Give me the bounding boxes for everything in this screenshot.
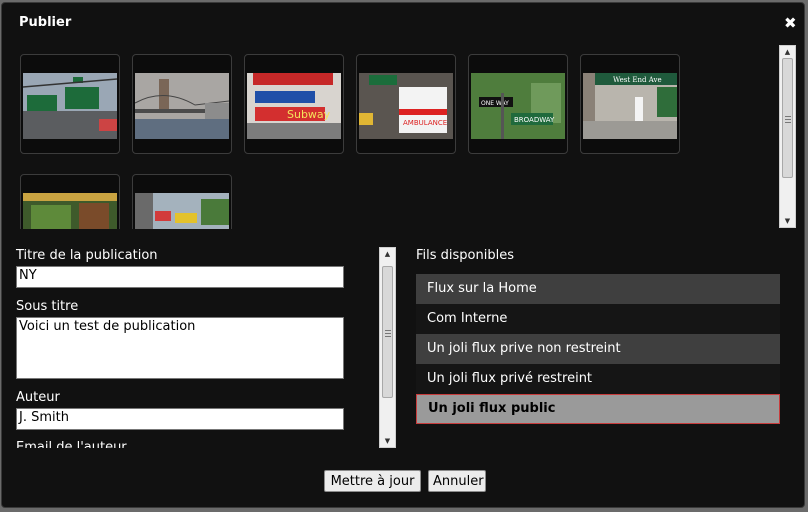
- feed-item-internal[interactable]: Com Interne: [416, 304, 780, 334]
- feed-item-public[interactable]: Un joli flux public: [416, 394, 780, 424]
- form-scroll-up-icon[interactable]: ▲: [380, 249, 395, 259]
- dialog-title: Publier: [19, 15, 72, 30]
- scroll-up-icon[interactable]: ▲: [780, 47, 795, 57]
- thumbnails-scrollbar[interactable]: ▲ ▼: [779, 45, 796, 228]
- photo-street-taxis: [135, 193, 229, 229]
- feed-item-home[interactable]: Flux sur la Home: [416, 274, 780, 304]
- feeds-heading: Fils disponibles: [416, 248, 514, 263]
- update-button[interactable]: Mettre à jour: [324, 470, 421, 492]
- thumbnail-5[interactable]: ONE WAY BROADWAY: [468, 54, 568, 154]
- publication-form: Titre de la publication NY Sous titre Vo…: [2, 243, 377, 448]
- photo-highway-signs: [23, 73, 117, 139]
- email-label: Email de l'auteur: [16, 440, 127, 448]
- cancel-button[interactable]: Annuler: [428, 470, 486, 492]
- photo-street-signs: ONE WAY BROADWAY: [471, 73, 565, 139]
- subway-sign-text: Subway: [287, 108, 331, 121]
- subtitle-textarea[interactable]: Voici un test de publication: [16, 317, 344, 379]
- photo-ambulance: AMBULANCE: [359, 73, 453, 139]
- subtitle-label: Sous titre: [16, 299, 79, 314]
- thumbnail-6[interactable]: West End Ave: [580, 54, 680, 154]
- photo-shop-front: [23, 193, 117, 229]
- form-scroll-thumb[interactable]: [382, 266, 393, 398]
- publish-dialog: Publier ✖ Subway AMBULANCE ONE WAY BROAD…: [1, 2, 805, 508]
- feeds-list: Flux sur la Home Com Interne Un joli flu…: [416, 274, 780, 424]
- photo-west-end-ave: West End Ave: [583, 73, 677, 139]
- author-input[interactable]: J. Smith: [16, 408, 344, 430]
- scroll-thumb[interactable]: [782, 58, 793, 178]
- scroll-down-icon[interactable]: ▼: [780, 216, 795, 226]
- oneway-sign-text: ONE WAY: [481, 100, 509, 107]
- thumbnail-2[interactable]: [132, 54, 232, 154]
- close-icon[interactable]: ✖: [784, 14, 797, 32]
- ambulance-text: AMBULANCE: [403, 119, 447, 127]
- form-scroll-down-icon[interactable]: ▼: [380, 436, 395, 446]
- broadway-sign-text: BROADWAY: [514, 116, 555, 124]
- feed-item-private-unrestricted[interactable]: Un joli flux prive non restreint: [416, 334, 780, 364]
- author-label: Auteur: [16, 390, 60, 405]
- thumbnail-1[interactable]: [20, 54, 120, 154]
- westend-sign-text: West End Ave: [613, 76, 662, 84]
- thumbnail-7[interactable]: [20, 174, 120, 229]
- thumbnail-4[interactable]: AMBULANCE: [356, 54, 456, 154]
- thumbnail-3[interactable]: Subway: [244, 54, 344, 154]
- title-input[interactable]: NY: [16, 266, 344, 288]
- feed-item-private-restricted[interactable]: Un joli flux privé restreint: [416, 364, 780, 394]
- form-scrollbar[interactable]: ▲ ▼: [379, 247, 396, 448]
- photo-bridge: [135, 73, 229, 139]
- title-label: Titre de la publication: [16, 248, 158, 263]
- photo-subway-store: Subway: [247, 73, 341, 139]
- thumbnail-8[interactable]: [132, 174, 232, 229]
- image-thumbnails: Subway AMBULANCE ONE WAY BROADWAY West E…: [20, 54, 780, 229]
